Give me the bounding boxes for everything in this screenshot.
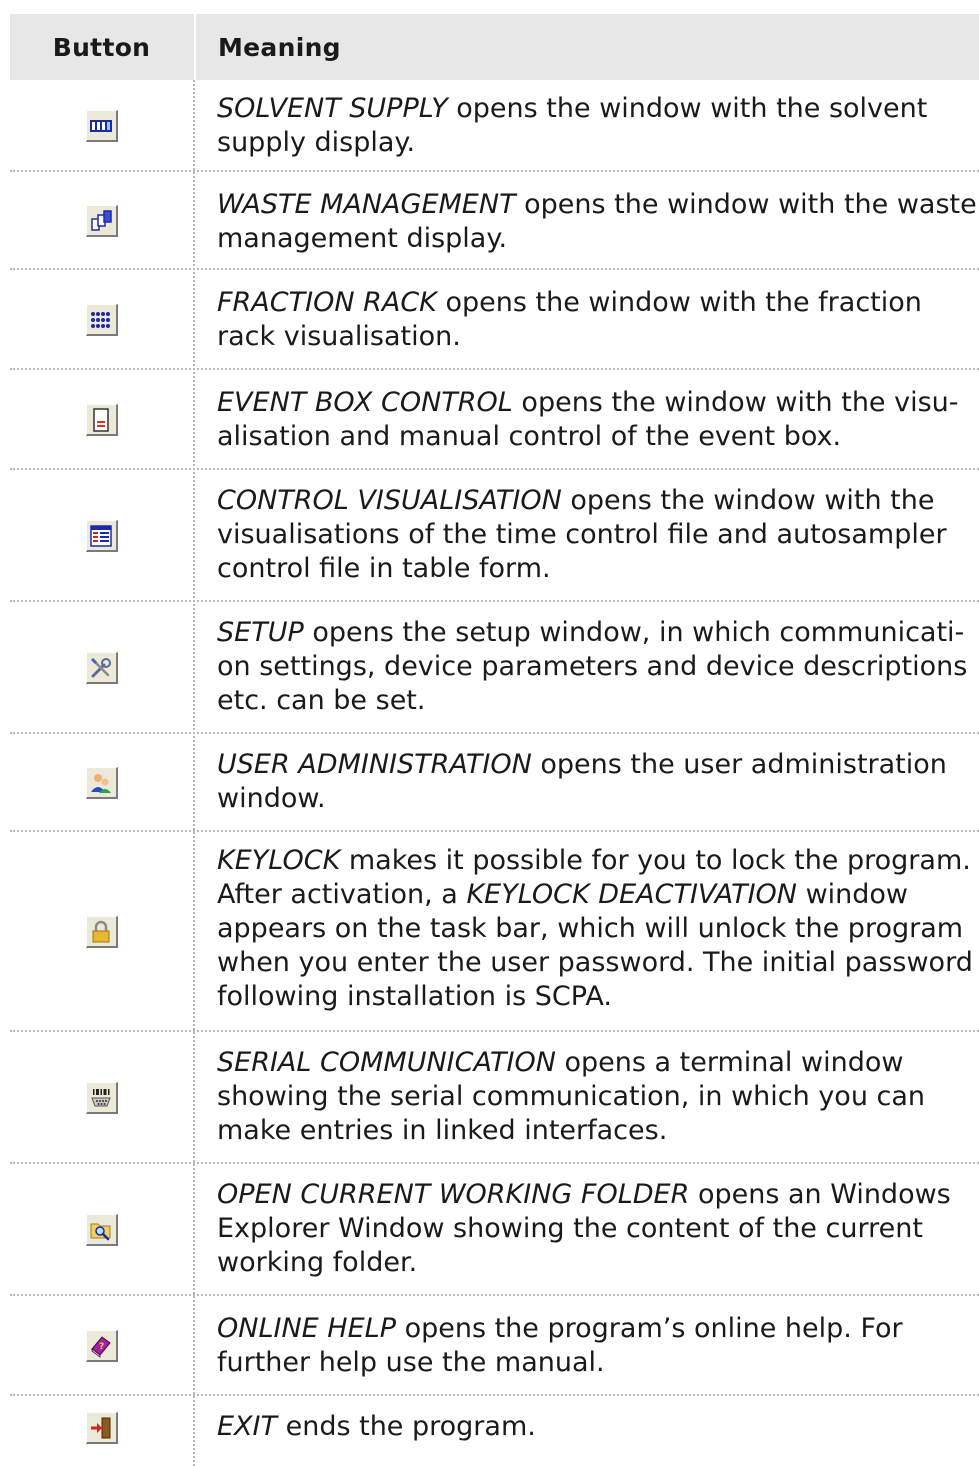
row-term: EVENT BOX CONTROL	[217, 387, 513, 418]
table-header: Button Meaning	[10, 14, 979, 80]
row-text: EVENT BOX CONTROL opens the window with …	[217, 387, 959, 452]
online-help-icon[interactable]: ?	[85, 1330, 118, 1362]
row-text: ONLINE HELP opens the program’s online h…	[217, 1313, 903, 1378]
keylock-icon[interactable]	[85, 916, 118, 948]
row-text: EXIT ends the program.	[217, 1411, 536, 1442]
table-row: KEYLOCK makes it possible for you to loc…	[10, 832, 979, 1032]
serial-communication-icon[interactable]	[85, 1082, 118, 1114]
header-divider	[194, 14, 196, 80]
table-row: SETUP opens the setup window, in which c…	[10, 602, 979, 734]
row-term: ONLINE HELP	[217, 1313, 396, 1344]
row-text: USER ADMINISTRATION opens the user admin…	[217, 749, 947, 814]
table-row: USER ADMINISTRATION opens the user admin…	[10, 734, 979, 832]
row-term: SERIAL COMMUNICATION	[217, 1047, 556, 1078]
row-term: USER ADMINISTRATION	[217, 749, 532, 780]
svg-text:?: ?	[99, 1342, 104, 1352]
row-text: FRACTION RACK opens the window with the …	[217, 287, 922, 352]
table-row: WASTE MANAGEMENT opens the window with t…	[10, 172, 979, 270]
event-box-control-icon[interactable]	[85, 404, 118, 436]
table-row: CONTROL VISUALISATION opens the window w…	[10, 470, 979, 602]
row-text: SERIAL COMMUNICATION opens a terminal wi…	[217, 1047, 926, 1146]
solvent-supply-icon[interactable]	[85, 110, 118, 142]
control-visualisation-icon[interactable]	[85, 520, 118, 552]
header-button: Button	[52, 32, 151, 62]
setup-tools-icon[interactable]	[85, 652, 118, 684]
open-folder-icon[interactable]	[85, 1214, 118, 1246]
row-term-2: KEYLOCK DEACTIVATION	[466, 879, 797, 910]
table-row: SERIAL COMMUNICATION opens a terminal wi…	[10, 1032, 979, 1164]
row-term: FRACTION RACK	[217, 287, 437, 318]
user-administration-icon[interactable]	[85, 767, 118, 799]
row-text: OPEN CURRENT WORKING FOLDER opens an Win…	[217, 1179, 951, 1278]
row-term: KEYLOCK	[217, 845, 341, 876]
table-row: SOLVENT SUPPLY opens the window with the…	[10, 80, 979, 172]
table-row: FRACTION RACK opens the window with the …	[10, 270, 979, 370]
row-term: SOLVENT SUPPLY	[217, 93, 448, 124]
row-term: OPEN CURRENT WORKING FOLDER	[217, 1179, 690, 1210]
fraction-rack-icon[interactable]	[85, 304, 118, 336]
row-text: KEYLOCK makes it possible for you to loc…	[217, 845, 973, 1012]
header-meaning: Meaning	[218, 32, 341, 62]
row-term: CONTROL VISUALISATION	[217, 485, 562, 516]
row-term: SETUP	[217, 617, 304, 648]
table-row: ? ONLINE HELP opens the program’s online…	[10, 1296, 979, 1396]
row-text: SETUP opens the setup window, in which c…	[217, 617, 968, 716]
table-row: EVENT BOX CONTROL opens the window with …	[10, 370, 979, 470]
row-term: EXIT	[217, 1411, 278, 1442]
table-row: OPEN CURRENT WORKING FOLDER opens an Win…	[10, 1164, 979, 1296]
table-row: EXIT ends the program.	[10, 1396, 979, 1466]
waste-management-icon[interactable]	[85, 205, 118, 237]
row-term: WASTE MANAGEMENT	[217, 189, 516, 220]
row-text: CONTROL VISUALISATION opens the window w…	[217, 485, 947, 584]
row-text: WASTE MANAGEMENT opens the window with t…	[217, 189, 977, 254]
row-text: SOLVENT SUPPLY opens the window with the…	[217, 93, 928, 158]
exit-icon[interactable]	[85, 1412, 118, 1444]
